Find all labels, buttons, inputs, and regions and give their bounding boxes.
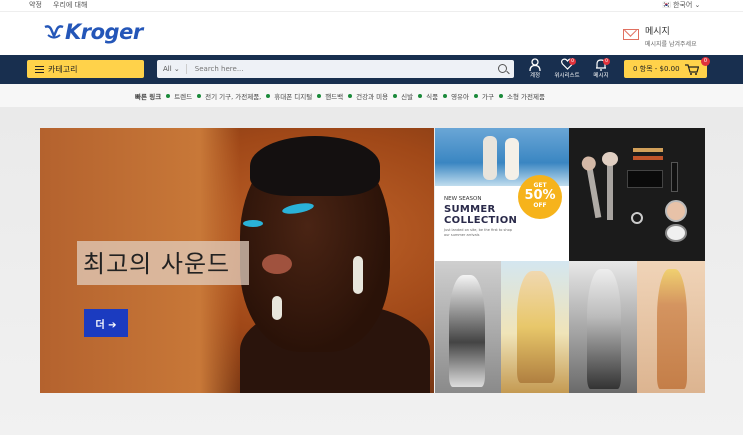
quick-links-title: 빠른 링크 — [135, 92, 162, 101]
bullet-icon — [393, 93, 398, 98]
link-terms[interactable]: 약정 — [29, 0, 42, 10]
quick-link[interactable]: 식품 — [418, 91, 438, 101]
summer-collection-tile[interactable]: NEW SEASON SUMMER COLLECTION Just landed… — [435, 128, 569, 261]
search-scope-select[interactable]: All ⌄ — [157, 64, 187, 74]
cart-badge: 0 — [701, 57, 710, 66]
category-label: 카테고리 — [48, 64, 78, 74]
message-title: 메시지 — [645, 27, 670, 37]
cosmetics-tile[interactable] — [569, 128, 705, 261]
messages-button[interactable]: 0 메시지 — [586, 58, 616, 79]
bullet-icon — [498, 93, 503, 98]
messages-label: 메시지 — [593, 73, 609, 79]
message-widget[interactable]: 메시지 메시지를 남겨주세요 — [623, 24, 697, 48]
bullet-icon — [443, 93, 448, 98]
bullet-icon — [474, 93, 479, 98]
quick-link[interactable]: 휴대폰 디지털 — [266, 91, 312, 101]
hero-banner[interactable]: 최고의 사운드 더 ➔ — [40, 128, 434, 393]
collection-subtext: Just landed on site, be the first to sho… — [444, 228, 512, 237]
cart-button[interactable]: 0 항목 - $0.00 0 — [624, 57, 710, 78]
collection-title: SUMMER COLLECTION — [444, 204, 518, 226]
logo[interactable]: Kroger — [43, 18, 143, 46]
user-icon — [529, 58, 541, 71]
link-about[interactable]: 우리에 대해 — [53, 0, 87, 10]
hero-more-button[interactable]: 더 ➔ — [84, 309, 128, 337]
bullet-icon — [348, 93, 353, 98]
bullet-icon — [166, 93, 171, 98]
wishlist-button[interactable]: 0 위시리스트 — [552, 58, 582, 79]
cart-label: 0 항목 - $0.00 — [633, 65, 680, 73]
nav-bar: 카테고리 All ⌄ 계정 0 위시리스트 0 메시지 — [0, 55, 743, 84]
quick-link[interactable]: 건강과 미용 — [348, 91, 388, 101]
account-label: 계정 — [529, 73, 541, 79]
offer-badge: GET 50% OFF — [518, 175, 562, 219]
envelope-icon — [623, 29, 639, 40]
quick-links: 빠른 링크 트렌드 전기 기구, 가전제품, 휴대폰 디지털 핸드백 건강과 미… — [0, 84, 743, 107]
fashion-tile-4[interactable] — [637, 261, 705, 393]
new-season-label: NEW SEASON — [444, 196, 482, 202]
quick-link[interactable]: 가구 — [474, 91, 494, 101]
quick-link[interactable]: 영유아 — [443, 91, 469, 101]
menu-icon — [35, 65, 44, 73]
search-bar: All ⌄ — [157, 60, 514, 78]
account-button[interactable]: 계정 — [520, 58, 550, 79]
main-content: 최고의 사운드 더 ➔ NEW SEASON SUMMER COLLECTION… — [0, 107, 743, 435]
quick-link[interactable]: 신발 — [393, 91, 413, 101]
message-subtitle: 메시지를 남겨주세요 — [645, 41, 697, 48]
quick-link[interactable]: 트렌드 — [166, 91, 192, 101]
fashion-tile-2[interactable] — [501, 261, 569, 393]
language-select[interactable]: 🇰🇷 한국어 ⌄ — [662, 0, 700, 10]
logo-text: Kroger — [65, 20, 143, 44]
bullet-icon — [317, 93, 322, 98]
quick-link[interactable]: 전기 기구, 가전제품, — [197, 91, 261, 101]
search-input[interactable] — [186, 65, 477, 73]
bullet-icon — [266, 93, 271, 98]
cart-icon — [684, 63, 699, 75]
bullet-icon — [418, 93, 423, 98]
wishlist-label: 위시리스트 — [554, 73, 580, 79]
wishlist-badge: 0 — [569, 58, 576, 65]
top-bar: 약정 우리에 대해 🇰🇷 한국어 ⌄ — [0, 0, 743, 11]
hero-title: 최고의 사운드 — [83, 250, 231, 278]
logo-icon — [44, 25, 64, 40]
fashion-tile-1[interactable] — [435, 261, 501, 393]
quick-link[interactable]: 핸드백 — [317, 91, 343, 101]
messages-badge: 0 — [603, 58, 610, 65]
bullet-icon — [197, 93, 202, 98]
search-icon[interactable] — [498, 64, 507, 73]
fashion-tile-3[interactable] — [569, 261, 637, 393]
category-button[interactable]: 카테고리 — [27, 60, 144, 78]
site-header: Kroger 메시지 메시지를 남겨주세요 — [0, 11, 743, 55]
quick-link[interactable]: 소형 가전제품 — [498, 91, 545, 101]
